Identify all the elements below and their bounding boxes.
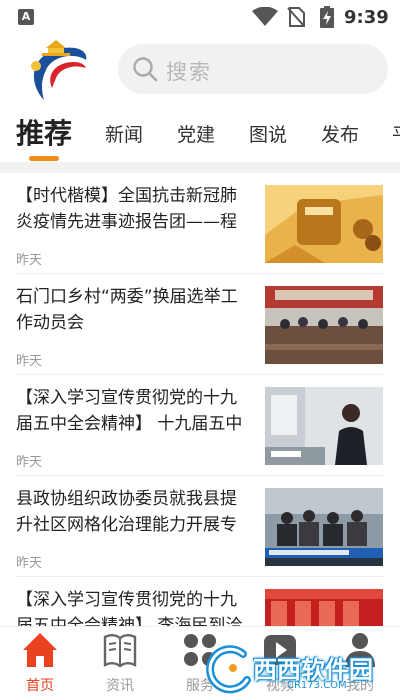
news-item[interactable]: 石门口乡村“两委”换届选举工作动员会 昨天 [0, 274, 400, 375]
wifi-icon [252, 7, 278, 26]
news-list: 【时代楷模】全国抗击新冠肺炎疫情先进事迹报告团——程 昨天 石门口乡村“两委”换… [0, 173, 400, 626]
status-time: 9:39 [344, 7, 389, 28]
news-title: 县政协组织政协委员就我县提升社区网格化治理能力开展专 [16, 489, 237, 535]
watermark-subtext: CR173.COM [287, 680, 347, 691]
tab-party-building[interactable]: 党建 [177, 120, 215, 147]
tab-releases[interactable]: 发布 [321, 120, 359, 147]
nav-label: 首页 [26, 678, 54, 694]
category-tabs: 推荐 新闻 党建 图说 发布 平 [0, 108, 400, 162]
nav-label: 资讯 [106, 678, 134, 694]
news-title: 石门口乡村“两委”换届选举工作动员会 [16, 287, 238, 333]
news-thumbnail [265, 589, 383, 626]
news-thumbnail [265, 488, 383, 566]
book-icon [103, 634, 137, 668]
news-title: 【时代楷模】全国抗击新冠肺炎疫情先进事迹报告团——程 [16, 186, 237, 232]
home-icon [23, 633, 57, 667]
news-thumbnail [265, 387, 383, 465]
news-item[interactable]: 县政协组织政协委员就我县提升社区网格化治理能力开展专 昨天 [0, 476, 400, 577]
battery-charging-icon [320, 6, 334, 28]
watermark: 西西软件园 CR173.COM [203, 642, 379, 696]
news-title: 【深入学习宣传贯彻党的十九届五中全会精神】 李海民到洽 [16, 590, 243, 626]
news-item[interactable]: 【深入学习宣传贯彻党的十九届五中全会精神】 十九届五中 昨天 [0, 375, 400, 476]
news-item[interactable]: 【深入学习宣传贯彻党的十九届五中全会精神】 李海民到洽 [0, 577, 400, 626]
news-time: 昨天 [16, 354, 43, 369]
app-logo[interactable] [22, 36, 90, 102]
news-item[interactable]: 【时代楷模】全国抗击新冠肺炎疫情先进事迹报告团——程 昨天 [0, 173, 400, 274]
tab-overflow[interactable]: 平 [392, 120, 400, 147]
tab-indicator [29, 156, 59, 161]
tab-pictures[interactable]: 图说 [249, 120, 287, 147]
news-title: 【深入学习宣传贯彻党的十九届五中全会精神】 十九届五中 [16, 388, 243, 434]
nav-home[interactable]: 首页 [0, 627, 80, 700]
news-time: 昨天 [16, 455, 43, 470]
search-bar[interactable]: 搜索 [118, 44, 388, 94]
search-icon [133, 57, 158, 82]
status-bar: A 9:39 [0, 0, 400, 36]
search-placeholder: 搜索 [166, 60, 212, 84]
watermark-logo-icon [206, 645, 251, 694]
tab-news[interactable]: 新闻 [105, 120, 143, 147]
no-sim-icon [287, 7, 305, 27]
news-thumbnail [265, 286, 383, 364]
tab-recommend[interactable]: 推荐 [16, 112, 72, 152]
news-time: 昨天 [16, 253, 43, 268]
nav-news[interactable]: 资讯 [80, 627, 160, 700]
section-divider [0, 162, 400, 173]
news-thumbnail [265, 185, 383, 263]
notification-a-icon: A [18, 9, 34, 25]
news-time: 昨天 [16, 556, 43, 571]
